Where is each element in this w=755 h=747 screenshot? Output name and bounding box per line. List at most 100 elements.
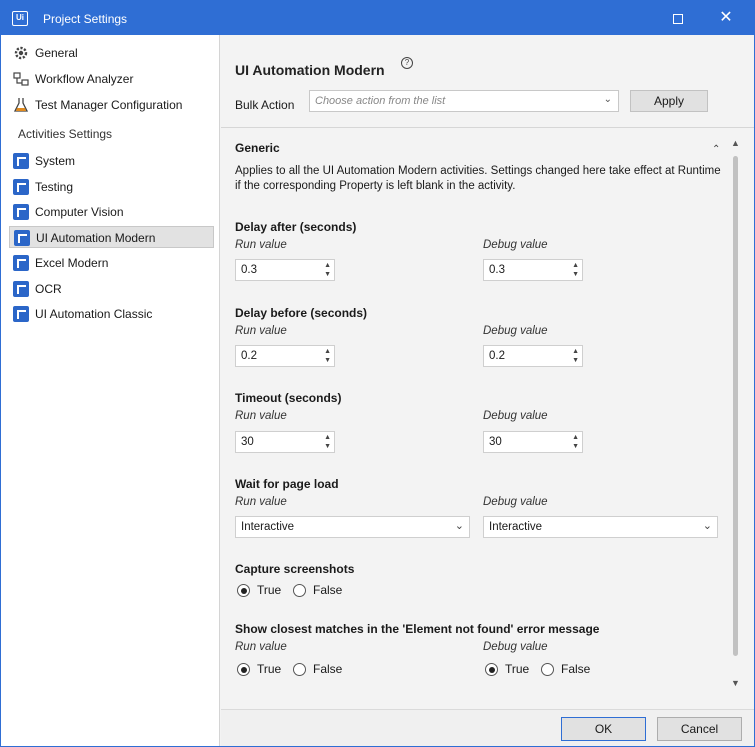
stepper-value: 0.2: [241, 350, 257, 362]
close-icon: ✕: [719, 9, 733, 26]
settings-sidebar: General Workflow Analyzer Test Manager C…: [1, 35, 220, 746]
activity-pack-icon: [14, 230, 30, 246]
debug-value-label: Debug value: [483, 239, 548, 251]
settings-main-panel: UI Automation Modern ? Bulk Action Choos…: [221, 35, 754, 709]
sidebar-item-label: Excel Modern: [35, 256, 109, 270]
run-value-label: Run value: [235, 641, 287, 653]
wait-for-page-load-run-select[interactable]: Interactive ⌄: [235, 516, 470, 538]
radio-false[interactable]: [293, 663, 306, 676]
activity-pack-icon: [13, 179, 29, 195]
bulk-action-placeholder: Choose action from the list: [315, 95, 446, 107]
radio-true[interactable]: [237, 584, 250, 597]
run-value-label: Run value: [235, 410, 287, 422]
run-value-label: Run value: [235, 325, 287, 337]
radio-true[interactable]: [485, 663, 498, 676]
scroll-down-icon[interactable]: ▼: [731, 678, 740, 688]
select-value: Interactive: [489, 521, 543, 533]
bulk-action-label: Bulk Action: [235, 98, 295, 112]
activity-pack-icon: [13, 306, 29, 322]
sidebar-item-label: OCR: [35, 282, 62, 296]
sidebar-item-system[interactable]: System: [9, 150, 214, 172]
sidebar-item-ocr[interactable]: OCR: [9, 278, 214, 300]
capture-screenshots-label: Capture screenshots: [235, 562, 355, 576]
chevron-down-icon: ⌄: [603, 94, 612, 105]
delay-before-label: Delay before (seconds): [235, 306, 368, 320]
maximize-button[interactable]: [656, 1, 700, 35]
radio-false-label: False: [313, 583, 343, 597]
select-value: Interactive: [241, 521, 295, 533]
stepper-arrows-icon[interactable]: ▲ ▼: [324, 347, 331, 365]
stepper-arrows-icon[interactable]: ▲ ▼: [572, 347, 579, 365]
test-manager-icon: [13, 98, 29, 112]
sidebar-item-ui-automation-modern[interactable]: UI Automation Modern: [9, 226, 214, 248]
sidebar-item-excel-modern[interactable]: Excel Modern: [9, 252, 214, 274]
sidebar-item-label: Computer Vision: [35, 205, 124, 219]
ok-button[interactable]: OK: [561, 717, 646, 741]
wait-for-page-load-label: Wait for page load: [235, 477, 339, 491]
timeout-label: Timeout (seconds): [235, 391, 342, 405]
activity-pack-icon: [13, 153, 29, 169]
sidebar-item-label: Test Manager Configuration: [35, 98, 183, 112]
wait-for-page-load-debug-select[interactable]: Interactive ⌄: [483, 516, 718, 538]
debug-value-label: Debug value: [483, 410, 548, 422]
stepper-arrows-icon[interactable]: ▲ ▼: [572, 261, 579, 279]
scroll-up-icon[interactable]: ▲: [731, 138, 740, 148]
run-value-label: Run value: [235, 239, 287, 251]
analyzer-icon: [13, 72, 29, 86]
closest-matches-debug-radio-group: True False: [483, 662, 613, 678]
sidebar-item-computer-vision[interactable]: Computer Vision: [9, 201, 214, 223]
title-bar: Ui Project Settings ✕: [1, 1, 754, 35]
scrollbar-thumb[interactable]: [733, 156, 738, 656]
sidebar-item-label: System: [35, 154, 76, 168]
section-title-generic: Generic: [235, 141, 280, 155]
capture-screenshots-radio-group: True False: [235, 583, 365, 599]
stepper-value: 30: [241, 436, 254, 448]
stepper-arrows-icon[interactable]: ▲ ▼: [324, 261, 331, 279]
radio-false[interactable]: [541, 663, 554, 676]
window-title: Project Settings: [43, 12, 128, 26]
delay-after-run-stepper[interactable]: 0.3 ▲ ▼: [235, 259, 335, 281]
section-description: Applies to all the UI Automation Modern …: [235, 165, 721, 192]
sidebar-item-workflow-analyzer[interactable]: Workflow Analyzer: [9, 68, 214, 90]
sidebar-item-ui-automation-classic[interactable]: UI Automation Classic: [9, 303, 214, 325]
close-button[interactable]: ✕: [704, 1, 748, 35]
timeout-run-stepper[interactable]: 30 ▲ ▼: [235, 431, 335, 453]
timeout-debug-stepper[interactable]: 30 ▲ ▼: [483, 431, 583, 453]
page-title: UI Automation Modern: [235, 62, 385, 78]
radio-false[interactable]: [293, 584, 306, 597]
stepper-arrows-icon[interactable]: ▲ ▼: [572, 433, 579, 451]
vertical-scrollbar[interactable]: ▲ ▼: [730, 138, 742, 693]
stepper-arrows-icon[interactable]: ▲ ▼: [324, 433, 331, 451]
delay-after-label: Delay after (seconds): [235, 220, 357, 234]
delay-before-run-stepper[interactable]: 0.2 ▲ ▼: [235, 345, 335, 367]
apply-button[interactable]: Apply: [630, 90, 708, 112]
sidebar-item-label: UI Automation Classic: [35, 307, 153, 321]
gear-icon: [14, 46, 28, 60]
debug-value-label: Debug value: [483, 496, 548, 508]
cancel-button[interactable]: Cancel: [657, 717, 742, 741]
collapse-icon[interactable]: ⌃: [712, 144, 720, 155]
stepper-value: 0.3: [489, 264, 505, 276]
project-settings-window: Ui Project Settings ✕ General Workflow A…: [0, 0, 755, 747]
activities-settings-header: Activities Settings: [18, 127, 113, 141]
sidebar-item-testing[interactable]: Testing: [9, 176, 214, 198]
stepper-value: 0.2: [489, 350, 505, 362]
sidebar-item-label: Workflow Analyzer: [35, 72, 134, 86]
sidebar-item-test-manager[interactable]: Test Manager Configuration: [9, 94, 214, 116]
chevron-down-icon: ⌄: [454, 520, 464, 532]
delay-before-debug-stepper[interactable]: 0.2 ▲ ▼: [483, 345, 583, 367]
run-value-label: Run value: [235, 496, 287, 508]
uipath-app-icon: Ui: [12, 11, 28, 26]
sidebar-item-label: General: [35, 46, 78, 60]
closest-matches-label: Show closest matches in the 'Element not…: [235, 622, 600, 636]
radio-true-label: True: [505, 662, 530, 676]
activity-pack-icon: [13, 255, 29, 271]
bulk-action-select[interactable]: Choose action from the list ⌄: [309, 90, 619, 112]
divider: [221, 127, 754, 128]
help-icon[interactable]: ?: [401, 57, 413, 69]
debug-value-label: Debug value: [483, 641, 548, 653]
radio-true[interactable]: [237, 663, 250, 676]
sidebar-item-general[interactable]: General: [9, 42, 214, 64]
delay-after-debug-stepper[interactable]: 0.3 ▲ ▼: [483, 259, 583, 281]
debug-value-label: Debug value: [483, 325, 548, 337]
